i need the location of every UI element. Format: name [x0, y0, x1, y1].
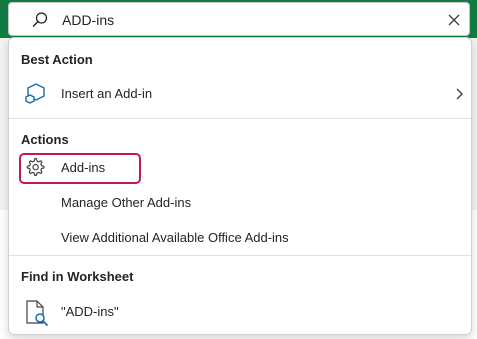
item-label: Manage Other Add-ins: [61, 195, 192, 210]
add-in-cube-icon: [25, 83, 45, 104]
divider: [9, 255, 471, 256]
action-add-ins[interactable]: Add-ins: [19, 152, 141, 183]
section-title-find-in-worksheet: Find in Worksheet: [21, 269, 134, 284]
divider: [9, 118, 471, 119]
section-title-best-action: Best Action: [21, 52, 93, 67]
action-insert-an-add-in[interactable]: Insert an Add-in: [9, 77, 471, 111]
search-results-panel: Best Action Insert an Add-in Actions Add…: [8, 37, 472, 335]
document-search-icon: [26, 300, 48, 326]
close-icon[interactable]: [447, 13, 461, 27]
search-input[interactable]: ADD-ins: [62, 11, 114, 29]
find-result-add-ins[interactable]: "ADD-ins": [9, 295, 471, 329]
action-manage-other-add-ins[interactable]: Manage Other Add-ins: [9, 186, 471, 220]
item-label: View Additional Available Office Add-ins: [61, 230, 289, 245]
search-box[interactable]: ADD-ins: [8, 2, 470, 36]
chevron-right-icon: [456, 88, 463, 100]
search-icon: [32, 12, 48, 27]
item-label: Insert an Add-in: [61, 86, 153, 101]
gear-icon: [26, 157, 45, 176]
item-label: Add-ins: [61, 160, 106, 175]
section-title-actions: Actions: [21, 132, 69, 147]
action-view-additional-office-add-ins[interactable]: View Additional Available Office Add-ins: [9, 221, 471, 255]
item-label: "ADD-ins": [61, 304, 119, 319]
